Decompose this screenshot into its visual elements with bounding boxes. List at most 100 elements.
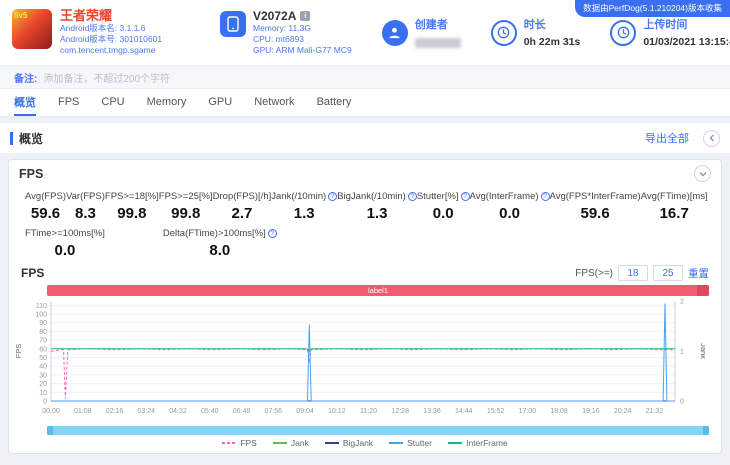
metric-value: 1.3 xyxy=(293,205,315,222)
legend-mark xyxy=(222,442,237,444)
metric-label: BigJank(/10min)? xyxy=(337,191,417,202)
info-icon[interactable]: ? xyxy=(407,192,417,201)
tab-概览[interactable]: 概览 xyxy=(14,89,36,116)
svg-text:30: 30 xyxy=(39,372,47,379)
device-section: V2072A i Memory: 11.3G CPU: mt6893 GPU: AR… xyxy=(220,9,352,56)
game-name: 王者荣耀 xyxy=(60,8,113,23)
svg-text:12:28: 12:28 xyxy=(392,408,410,415)
legend-item-stutter[interactable]: Stutter xyxy=(389,438,432,448)
tab-fps[interactable]: FPS xyxy=(58,89,79,116)
game-section: 5v5 王者荣耀 Android版本名: 3.1.1.6 Android版本号: … xyxy=(12,9,190,56)
svg-text:09:04: 09:04 xyxy=(296,408,314,415)
metric-item: Avg(FTime)[ms] 16.7 xyxy=(641,191,708,222)
svg-text:10:12: 10:12 xyxy=(328,408,346,415)
fps-threshold-input-2[interactable] xyxy=(653,265,683,281)
svg-text:Jank: Jank xyxy=(699,343,705,359)
svg-text:110: 110 xyxy=(36,303,47,310)
section-collapse-button[interactable] xyxy=(703,129,720,147)
tab-bar: 概览 FPS CPU Memory GPU Network Battery xyxy=(0,89,730,117)
fps-panel-title: FPS xyxy=(19,166,44,181)
metric-label: Avg(FPS*InterFrame) xyxy=(549,191,641,202)
metric-label: Drop(FPS)[/h] xyxy=(212,191,272,202)
device-info-badge[interactable]: i xyxy=(300,11,311,21)
phone-icon xyxy=(220,11,246,37)
metric-value: 0.0 xyxy=(499,205,520,222)
device-lines: Memory: 11.3G CPU: mt6893 GPU: ARM Mali-G7… xyxy=(253,23,352,56)
svg-text:03:24: 03:24 xyxy=(138,408,156,415)
svg-text:19:16: 19:16 xyxy=(582,408,600,415)
metric-value: 8.3 xyxy=(75,205,96,222)
svg-text:13:36: 13:36 xyxy=(423,408,441,415)
fps-chart-svg[interactable]: 0 10 20 3040 50 6070 80 90100 110 0 1 2 00:00 01:08 02… xyxy=(13,297,708,419)
legend-item-jank[interactable]: Jank xyxy=(272,438,309,448)
svg-text:02:16: 02:16 xyxy=(106,408,124,415)
legend-label: Jank xyxy=(290,438,309,448)
info-icon[interactable]: ? xyxy=(460,192,470,201)
metric-label: Var(FPS) xyxy=(66,191,105,202)
upload-clock-icon xyxy=(610,19,637,46)
metric-label: Jank(/10min)? xyxy=(271,191,338,202)
fps-chart-area[interactable]: 0 10 20 30 40 50 60 70 80 90 100 110 0 1 2 00:00 01:08 02… xyxy=(9,297,721,424)
game-icon: 5v5 xyxy=(12,9,52,49)
legend-mark xyxy=(272,442,287,444)
game-info: 王者荣耀 Android版本名: 3.1.1.6 Android版本号: 3010… xyxy=(60,9,162,56)
device-lines-item: CPU: mt6893 xyxy=(253,34,305,44)
tab-network[interactable]: Network xyxy=(254,89,294,116)
metric-value: 1.3 xyxy=(366,205,388,222)
svg-text:0: 0 xyxy=(43,399,47,406)
svg-text:06:48: 06:48 xyxy=(233,408,251,415)
svg-text:0: 0 xyxy=(680,399,684,406)
metric-item: Avg(FPS) 59.6 xyxy=(25,191,66,222)
game-version-lines: Android版本名: 3.1.1.6 Android版本号: 301010601… xyxy=(60,23,162,56)
tab-battery[interactable]: Battery xyxy=(317,89,352,116)
info-icon[interactable]: ? xyxy=(267,229,277,238)
tab-memory[interactable]: Memory xyxy=(147,89,187,116)
metric-value: 59.6 xyxy=(580,205,610,222)
metric-label: FTime>=100ms[%] xyxy=(25,228,105,239)
fps-threshold-input-1[interactable] xyxy=(618,265,648,281)
svg-text:14:44: 14:44 xyxy=(455,408,473,415)
creator-name xyxy=(414,37,461,48)
info-icon[interactable]: ? xyxy=(328,192,338,201)
metric-item: FTime>=100ms[%] 0.0 xyxy=(25,228,105,259)
legend-label: InterFrame xyxy=(466,438,508,448)
metric-item: Var(FPS) 8.3 xyxy=(66,191,105,222)
chart-brush-scrollbar[interactable] xyxy=(47,426,709,435)
metric-value: 0.0 xyxy=(432,205,454,222)
svg-text:01:08: 01:08 xyxy=(74,408,92,415)
reset-button[interactable]: 重置 xyxy=(688,266,709,281)
note-input[interactable]: 备注: 添加备注，不超过200个字符 xyxy=(0,66,730,89)
legend-item-fps[interactable]: FPS xyxy=(222,438,257,448)
svg-text:1: 1 xyxy=(680,349,684,356)
game-icon-text: 5v5 xyxy=(14,11,28,20)
upload-time-label: 上传时间 xyxy=(643,18,688,31)
creator-section: 创建者 xyxy=(381,18,461,48)
metric-value: 0.0 xyxy=(54,242,76,259)
fps-panel-header: FPS xyxy=(9,160,721,185)
chart-label-banner[interactable]: label1 xyxy=(47,285,709,296)
device-lines-item: GPU: ARM Mali-G77 MC9 xyxy=(253,45,352,55)
svg-text:60: 60 xyxy=(39,346,47,353)
svg-text:100: 100 xyxy=(35,312,47,319)
legend-item-bigjank[interactable]: BigJank xyxy=(324,438,373,448)
legend-item-interframe[interactable]: InterFrame xyxy=(448,438,508,448)
svg-text:50: 50 xyxy=(39,355,47,362)
device-lines-item: Memory: 11.3G xyxy=(253,23,311,33)
svg-text:18:08: 18:08 xyxy=(550,408,568,415)
tab-cpu[interactable]: CPU xyxy=(101,89,124,116)
metrics-row-2: FTime>=100ms[%] 0.0 Delta(FTime)>100ms[%]?… xyxy=(9,224,721,261)
game-version-lines-item: com.tencent.tmgp.sgame xyxy=(60,45,156,55)
legend-mark xyxy=(448,442,463,444)
svg-text:90: 90 xyxy=(39,320,47,327)
fps-panel-collapse-button[interactable] xyxy=(694,165,711,182)
export-all-link[interactable]: 导出全部 xyxy=(645,130,689,146)
legend-label: Stutter xyxy=(407,438,433,448)
perfdog-report-page: 5v5 王者荣耀 Android版本名: 3.1.1.6 Android版本号: … xyxy=(0,0,730,465)
tab-gpu[interactable]: GPU xyxy=(208,89,232,116)
metric-value: 59.6 xyxy=(30,205,61,222)
metric-item: Drop(FPS)[/h] 2.7 xyxy=(213,191,272,222)
metric-label: FPS>=18[%] xyxy=(104,191,159,202)
header: 5v5 王者荣耀 Android版本名: 3.1.1.6 Android版本号: … xyxy=(0,0,730,66)
info-icon[interactable]: ? xyxy=(540,192,550,201)
svg-text:17:00: 17:00 xyxy=(519,408,537,415)
